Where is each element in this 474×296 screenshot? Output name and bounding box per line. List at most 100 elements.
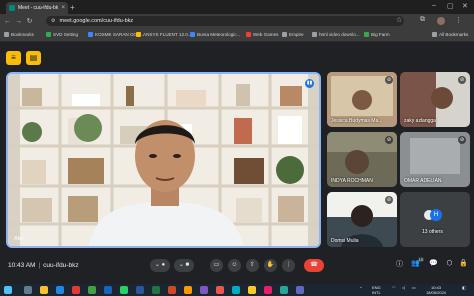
menu-icon[interactable]: ⋮ [455,16,462,24]
app-icon[interactable] [72,286,80,294]
notifications-icon[interactable]: ◧ [462,285,466,290]
bookmark-item[interactable]: Bookmarks [4,32,34,37]
bookmark-item[interactable]: Big Farm [364,32,390,37]
meeting-code: cuu-ifdu-bkz [43,262,79,269]
bookmark-item[interactable]: ANSYS FLUENT 12.0... [136,32,192,37]
app-icon[interactable] [280,286,288,294]
bookmark-label: Bookmarks [11,32,34,37]
close-tab-icon[interactable]: × [61,5,65,11]
profile-avatar[interactable] [437,17,445,25]
app-icon[interactable] [232,286,240,294]
bookmark-label: Bursa Meteorologic... [197,32,241,37]
search-icon[interactable] [24,286,32,294]
system-clock[interactable]: 10:43 18/05/2024 [426,285,446,295]
participant-tile[interactable]: ⊘ Domsi Mulia [327,192,397,247]
tray-chevron-icon[interactable]: ^ [360,285,362,290]
bookmarks-bar: Bookmarks SVD Setting KOSMK SARAN OCC...… [0,28,474,42]
bookmark-item[interactable]: Bursa Meteorologic... [190,32,240,37]
lang-variant: INTL [372,290,381,295]
extensions-icon[interactable]: ⧉ [420,16,425,24]
minimize-icon[interactable]: – [432,2,436,9]
new-tab-icon[interactable]: + [70,3,75,12]
tab-meet[interactable]: Meet - cuu-ifdu-bkz × [6,2,68,14]
main-speaker-video[interactable]: ▮▮ Aby [6,72,321,248]
reload-icon[interactable]: ↻ [24,17,35,25]
powerpoint-icon[interactable] [168,286,176,294]
bookmark-label: Big Farm [371,32,390,37]
mic-button[interactable]: ⌄ ● [150,259,170,272]
captions-button[interactable]: ▭ [210,259,223,272]
app-icon[interactable] [216,286,224,294]
participant-tile[interactable]: ⊘ OMAR ADELIAN [400,132,470,187]
participant-tile[interactable]: ⊘ Jessica Budymas Ma... [327,72,397,127]
participant-tile[interactable]: ⊘ zaky azlangga [400,72,470,127]
wifi-icon[interactable]: ◠ [392,285,396,290]
emoji-button[interactable]: ☺ [228,259,241,272]
bookmark-star-icon[interactable]: ☆ [396,16,402,24]
all-bookmarks[interactable]: All Bookmarks [432,32,468,37]
edge-icon[interactable] [56,286,64,294]
meet-favicon-icon [9,5,15,11]
site-info-icon[interactable]: ⚙ [51,18,55,24]
chat-icon[interactable]: 💬 [428,259,439,267]
windows-start-icon[interactable] [4,286,12,294]
app-icon[interactable] [88,286,96,294]
bookmark-item[interactable]: Empire [282,32,304,37]
leave-call-button[interactable]: ☎ [304,259,324,272]
bookmark-favicon-icon [136,32,141,37]
navigation-bar: ← → ↻ ⚙ meet.google.com/cuu-ifdu-bkz ☆ ⧉… [0,14,474,28]
app-icon[interactable] [184,286,192,294]
app-icon[interactable] [264,286,272,294]
bookmark-item[interactable]: Web Games [246,32,278,37]
bookmark-favicon-icon [312,32,317,37]
file-explorer-icon[interactable] [40,286,48,294]
main-speaker-name: Aby [14,236,24,242]
bookmark-favicon-icon [88,32,93,37]
present-button[interactable]: ⇧ [246,259,259,272]
people-icon[interactable]: 👥 19 [410,257,424,267]
info-icon[interactable]: ⓘ [394,259,405,269]
taskbar: ^ ENG INTL ◠ ◁ ▭ 10:43 18/05/2024 ◧ [0,284,474,296]
excel-icon[interactable] [152,286,160,294]
tab-title: Meet - cuu-ifdu-bkz [18,5,59,11]
language-indicator[interactable]: ENG INTL [372,285,381,295]
app-icon[interactable] [296,286,304,294]
address-bar[interactable]: ⚙ meet.google.com/cuu-ifdu-bkz [46,16,404,26]
chrome-icon[interactable] [248,286,256,294]
bookmark-label: All Bookmarks [439,32,469,37]
notes-button[interactable]: ▤ [26,51,41,65]
bookmark-label: ANSYS FLUENT 12.0... [143,32,192,37]
bookmark-item[interactable]: html video downlo... [312,32,360,37]
folder-icon [432,32,437,37]
bookmark-label: SVD Setting [53,32,79,37]
others-tile[interactable]: H 13 others [400,192,470,247]
meeting-info: 10:43 AM | cuu-ifdu-bkz [8,262,79,269]
people-count: 19 [417,257,424,262]
mic-off-icon: ⊘ [458,136,466,144]
mic-off-icon: ⊘ [385,136,393,144]
forward-icon[interactable]: → [13,18,24,25]
back-icon[interactable]: ← [2,18,13,25]
raise-hand-button[interactable]: ✋ [264,259,277,272]
close-window-icon[interactable]: ✕ [462,2,468,10]
whatsapp-icon[interactable] [120,286,128,294]
camera-button[interactable]: ⌄ ■ [174,259,194,272]
more-options-button[interactable]: ⋮ [282,259,295,272]
activities-button[interactable]: ≡ [6,51,21,65]
meet-toolbar: 10:43 AM | cuu-ifdu-bkz ⌄ ● ⌄ ■ ▭ ☺ ⇧ ✋ … [0,252,474,282]
others-count: 13 others [422,229,443,235]
word-icon[interactable] [136,286,144,294]
battery-icon[interactable]: ▭ [412,285,416,290]
participant-tile[interactable]: ⊘ INDYA ROCHMAN [327,132,397,187]
app-icon[interactable] [200,286,208,294]
bookmark-item[interactable]: SVD Setting [46,32,78,37]
bookmark-label: Empire [289,32,304,37]
bookmark-favicon-icon [282,32,287,37]
maximize-icon[interactable]: ▢ [447,2,454,10]
host-controls-icon[interactable]: 🔒 [458,259,469,267]
volume-icon[interactable]: ◁ [402,285,405,290]
bookmark-favicon-icon [246,32,251,37]
app-icon[interactable] [104,286,112,294]
activities-icon[interactable]: ⬡ [444,259,455,267]
mic-off-icon: ⊘ [385,196,393,204]
